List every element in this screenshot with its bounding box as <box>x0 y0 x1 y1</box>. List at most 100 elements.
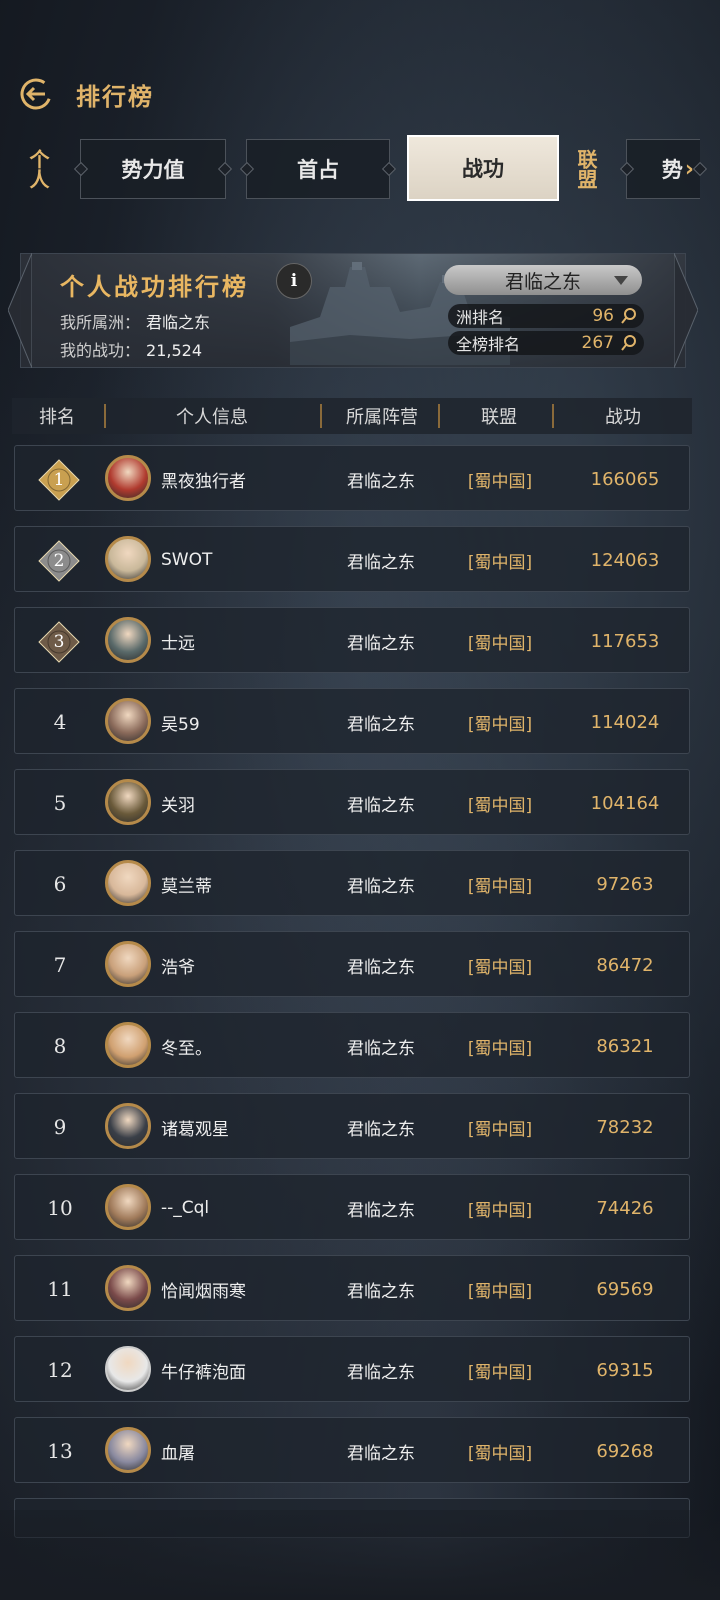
rank-medal-icon: 1 <box>37 458 81 502</box>
table-row[interactable]: 11 恰闻烟雨寒 君临之东 [蜀中国] 69569 <box>14 1255 690 1321</box>
top-bar: 排行榜 <box>18 72 154 116</box>
avatar[interactable] <box>105 698 151 744</box>
dropdown-caret-icon <box>614 276 628 285</box>
table-row[interactable]: 7 浩爷 君临之东 [蜀中国] 86472 <box>14 931 690 997</box>
player-faction: 君临之东 <box>347 1200 415 1221</box>
column-merit: 战功 <box>605 407 641 428</box>
rank-medal-icon: 2 <box>37 539 81 583</box>
player-alliance: [蜀中国] <box>467 714 533 735</box>
category-tabs: 个人 势力值 首占 战功 联盟 势 › <box>0 135 720 201</box>
tab-power-partial-label: 势 <box>661 158 683 182</box>
region-dropdown[interactable]: 君临之东 <box>444 265 642 295</box>
player-alliance: [蜀中国] <box>467 957 533 978</box>
player-merit: 69569 <box>596 1278 654 1300</box>
avatar[interactable] <box>105 860 151 906</box>
player-alliance: [蜀中国] <box>467 876 533 897</box>
rank-number: 2 <box>53 551 65 571</box>
player-merit: 114024 <box>590 711 660 733</box>
avatar[interactable] <box>105 1346 151 1392</box>
tab-alliance[interactable]: 联盟 <box>566 139 606 199</box>
player-name: 莫兰蒂 <box>161 876 212 897</box>
player-alliance: [蜀中国] <box>467 1281 533 1302</box>
column-divider <box>552 404 554 428</box>
table-row[interactable]: 12 牛仔裤泡面 君临之东 [蜀中国] 69315 <box>14 1336 690 1402</box>
search-icon <box>621 335 636 351</box>
tab-alliance-label: 联盟 <box>574 149 598 189</box>
rank-number: 9 <box>53 1115 67 1139</box>
search-icon <box>621 308 636 324</box>
player-faction: 君临之东 <box>347 795 415 816</box>
banner-title: 个人战功排行榜 <box>60 272 249 301</box>
player-name: 黑夜独行者 <box>161 471 246 492</box>
tab-merit[interactable]: 战功 <box>407 135 559 201</box>
column-divider <box>320 404 322 428</box>
player-name: SWOT <box>161 550 213 570</box>
table-row[interactable]: 4 吴59 君临之东 [蜀中国] 114024 <box>14 688 690 754</box>
table-row[interactable]: 6 莫兰蒂 君临之东 [蜀中国] 97263 <box>14 850 690 916</box>
avatar[interactable] <box>105 455 151 501</box>
total-rank-label: 全榜排名 <box>456 335 521 354</box>
avatar[interactable] <box>105 941 151 987</box>
region-rank[interactable]: 洲排名 96 <box>448 304 644 328</box>
rank-number: 5 <box>53 791 67 815</box>
table-row[interactable]: 10 --_Cql 君临之东 [蜀中国] 74426 <box>14 1174 690 1240</box>
player-alliance: [蜀中国] <box>467 1119 533 1140</box>
table-row[interactable]: 5 关羽 君临之东 [蜀中国] 104164 <box>14 769 690 835</box>
column-player-info: 个人信息 <box>176 407 248 428</box>
player-alliance: [蜀中国] <box>467 471 533 492</box>
avatar[interactable] <box>105 536 151 582</box>
tab-first-occupy[interactable]: 首占 <box>246 139 390 199</box>
player-name: 诸葛观星 <box>161 1119 229 1140</box>
table-row[interactable]: 8 冬至。 君临之东 [蜀中国] 86321 <box>14 1012 690 1078</box>
player-faction: 君临之东 <box>347 714 415 735</box>
player-faction: 君临之东 <box>347 1443 415 1464</box>
table-row[interactable]: 3 士远 君临之东 [蜀中国] 117653 <box>14 607 690 673</box>
tab-personal[interactable]: 个人 <box>18 139 58 199</box>
tab-power[interactable]: 势力值 <box>80 139 226 199</box>
player-faction: 君临之东 <box>347 1119 415 1140</box>
my-merit-value: 21,524 <box>146 341 202 360</box>
player-alliance: [蜀中国] <box>467 1443 533 1464</box>
tab-personal-label: 个人 <box>26 149 50 189</box>
player-name: 血屠 <box>161 1443 195 1464</box>
avatar[interactable] <box>105 1184 151 1230</box>
tab-merit-label: 战功 <box>462 157 504 181</box>
my-region-line: 我所属洲： 君临之东 <box>60 309 210 333</box>
rank-number: 10 <box>47 1196 73 1220</box>
avatar[interactable] <box>105 779 151 825</box>
tab-power-partial[interactable]: 势 › <box>626 139 700 199</box>
avatar[interactable] <box>105 617 151 663</box>
rank-number: 3 <box>53 632 65 652</box>
table-row[interactable]: 1 黑夜独行者 君临之东 [蜀中国] 166065 <box>14 445 690 511</box>
table-row[interactable]: 13 血屠 君临之东 [蜀中国] 69268 <box>14 1417 690 1483</box>
player-name: 恰闻烟雨寒 <box>161 1281 246 1302</box>
avatar[interactable] <box>105 1103 151 1149</box>
player-faction: 君临之东 <box>347 1362 415 1383</box>
player-name: 牛仔裤泡面 <box>161 1362 246 1383</box>
player-alliance: [蜀中国] <box>467 552 533 573</box>
rank-number: 13 <box>47 1439 73 1463</box>
player-merit: 124063 <box>590 549 660 571</box>
avatar[interactable] <box>105 1265 151 1311</box>
player-name: 士远 <box>161 633 195 654</box>
player-merit: 69315 <box>596 1359 654 1381</box>
info-icon[interactable]: i <box>276 263 312 299</box>
back-arrow-icon[interactable] <box>18 76 54 112</box>
player-faction: 君临之东 <box>347 957 415 978</box>
rank-number: 11 <box>47 1277 73 1301</box>
total-rank[interactable]: 全榜排名 267 <box>448 331 644 355</box>
player-faction: 君临之东 <box>347 1038 415 1059</box>
list-bottom-fade <box>0 1510 720 1600</box>
table-row[interactable]: 9 诸葛观星 君临之东 [蜀中国] 78232 <box>14 1093 690 1159</box>
table-row[interactable]: 2 SWOT 君临之东 [蜀中国] 124063 <box>14 526 690 592</box>
rank-number: 6 <box>53 872 67 896</box>
player-alliance: [蜀中国] <box>467 1200 533 1221</box>
my-region-label: 我所属洲： <box>60 313 141 332</box>
region-rank-label: 洲排名 <box>456 308 505 327</box>
rank-number: 4 <box>53 710 67 734</box>
player-merit: 166065 <box>590 468 660 490</box>
player-alliance: [蜀中国] <box>467 633 533 654</box>
avatar[interactable] <box>105 1022 151 1068</box>
avatar[interactable] <box>105 1427 151 1473</box>
player-faction: 君临之东 <box>347 471 415 492</box>
